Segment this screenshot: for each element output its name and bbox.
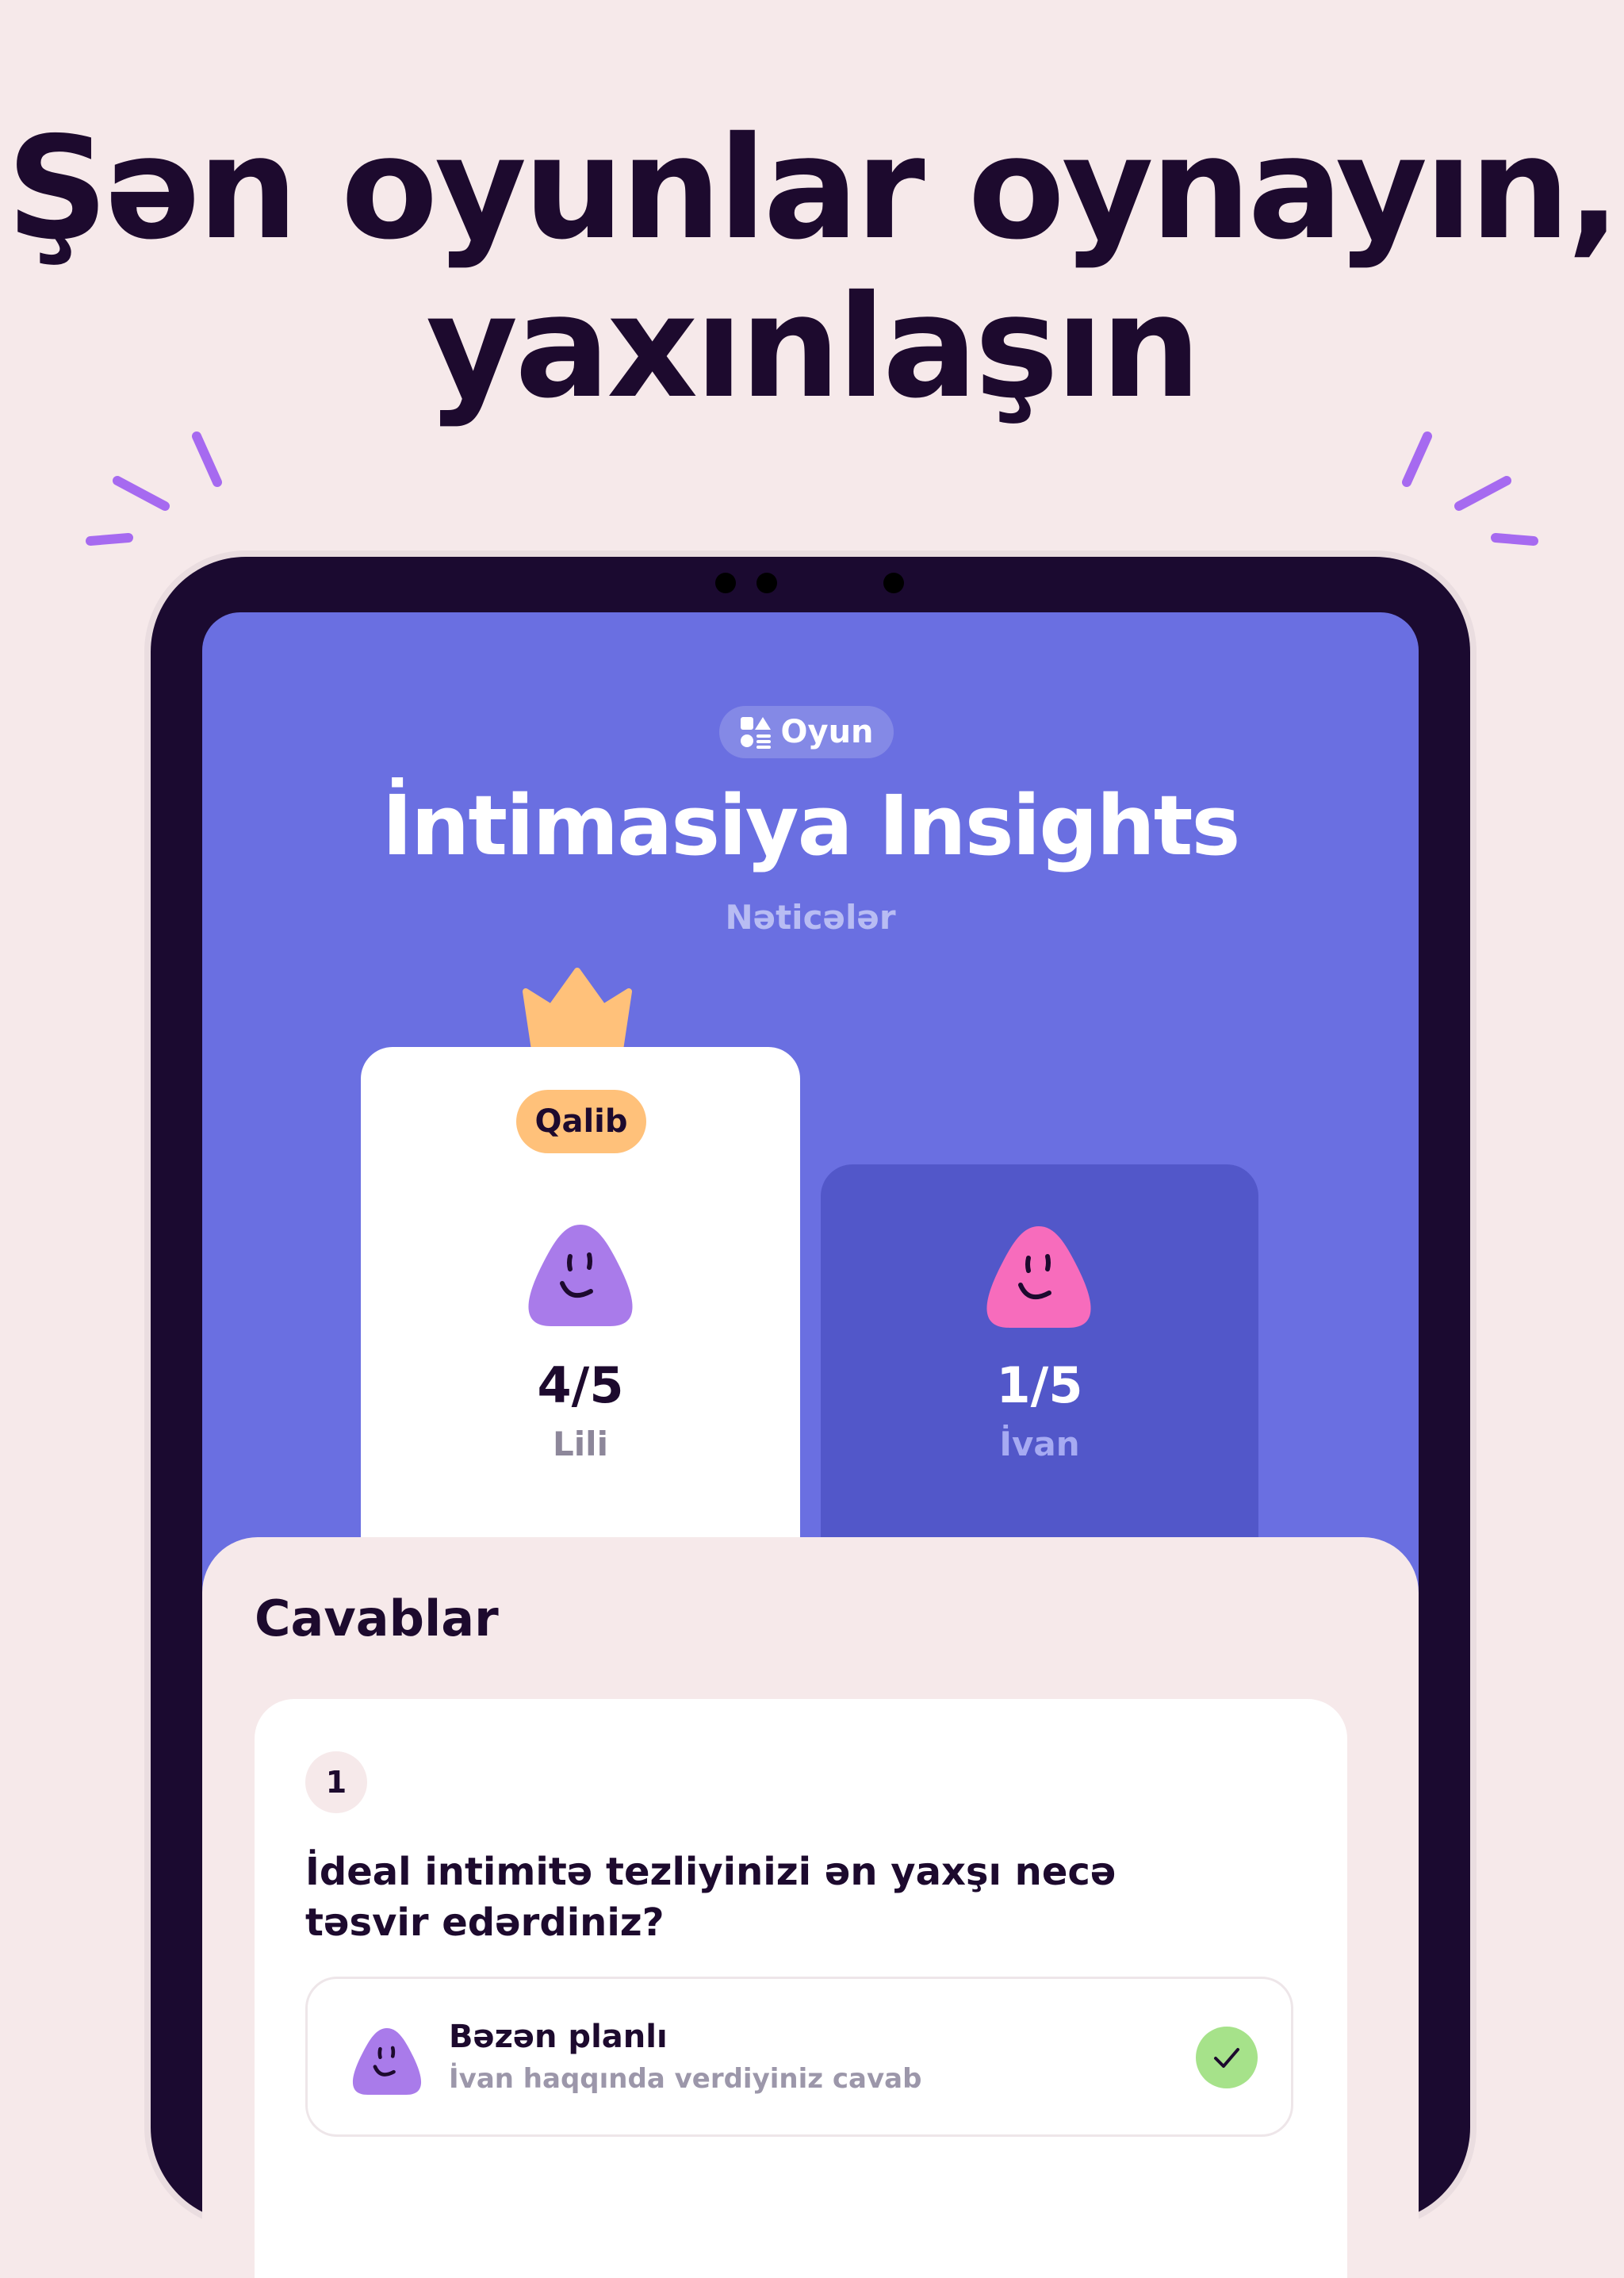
check-icon (1214, 2048, 1239, 2068)
camera-dot (756, 573, 777, 593)
pink-blob-avatar-icon (986, 1226, 1091, 1328)
winner-badge: Qalib (516, 1090, 646, 1153)
camera-dot (883, 573, 904, 593)
question-number: 1 (305, 1751, 367, 1813)
crown-icon (523, 968, 632, 1055)
purple-blob-avatar-icon (352, 2027, 422, 2096)
app-screen: Oyun İntimasiya Insights Nəticələr Qalib… (202, 612, 1419, 2278)
question-card: 1 İdeal intimitə tezliyinizi ən yaxşı ne… (255, 1699, 1347, 2278)
answer-title: Bəzən planlı (449, 2019, 668, 2055)
player-card-winner: Qalib 4/5 Lili (361, 1047, 800, 1602)
sparkle-right-decoration (1402, 431, 1538, 546)
game-title: İntimasiya Insights (381, 777, 1241, 874)
tablet-device-frame: Oyun İntimasiya Insights Nəticələr Qalib… (151, 557, 1470, 2278)
headline-line-1: Şən oyunlar oynayın, (6, 106, 1620, 270)
player-score: 1/5 (996, 1356, 1083, 1414)
answer-row[interactable]: Bəzən planlı İvan haqqında verdiyiniz ca… (305, 1977, 1293, 2137)
game-badge-label: Oyun (780, 714, 874, 750)
headline-line-2: yaxınlaşın (426, 265, 1201, 429)
purple-blob-avatar-icon (528, 1225, 633, 1326)
camera-dot (715, 573, 736, 593)
player-score: 4/5 (537, 1356, 624, 1414)
correct-check-badge (1196, 2027, 1258, 2088)
answers-title: Cavablar (255, 1590, 499, 1647)
player-name: İvan (999, 1425, 1080, 1463)
game-badge: Oyun (719, 706, 894, 758)
headline: Şən oyunlar oynayın, yaxınlaşın (0, 109, 1624, 427)
shapes-icon (741, 717, 772, 749)
answer-note: İvan haqqında verdiyiniz cavab (449, 2063, 922, 2095)
player-name: Lili (553, 1425, 608, 1463)
sparkle-left-decoration (86, 431, 222, 546)
question-text: İdeal intimitə tezliyinizi ən yaxşı necə… (305, 1850, 1116, 1945)
results-subtitle: Nəticələr (725, 898, 896, 937)
